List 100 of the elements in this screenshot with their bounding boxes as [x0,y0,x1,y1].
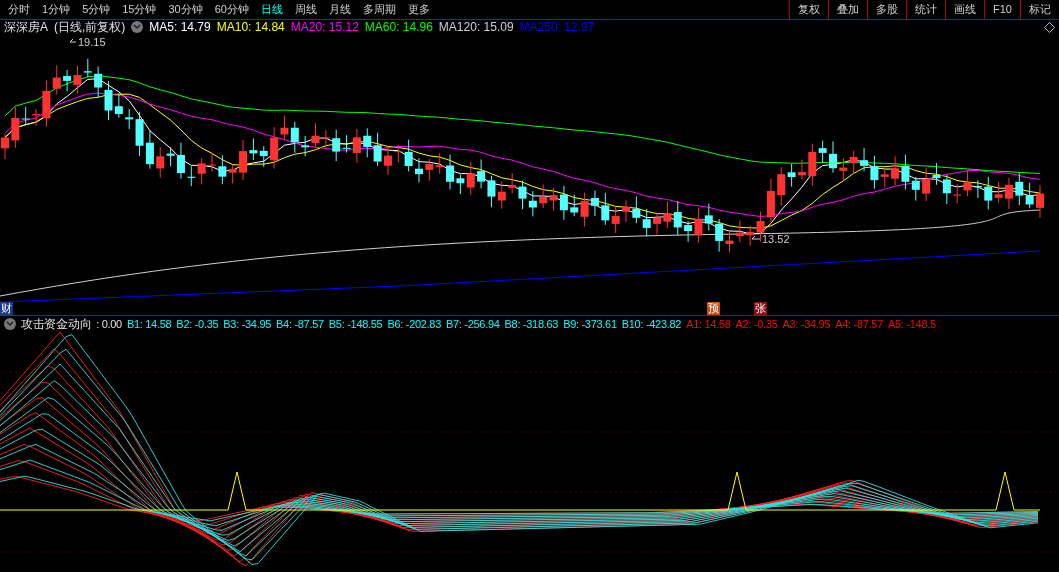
period-tab[interactable]: 60分钟 [214,1,249,18]
moving-average-value: MA5: 14.79 [149,19,211,36]
candlestick [508,172,517,194]
toolbar-button[interactable]: 叠加 [828,0,868,19]
indicator-legend-value: B9: -373.61 [563,316,617,332]
period-tab[interactable]: 5分钟 [82,1,111,18]
price-label: 13.52 [762,233,790,245]
candlestick [425,158,434,182]
moving-average-value: MA60: 14.96 [364,19,433,36]
candlestick [891,155,900,186]
indicator-legend-value: B10: -423.82 [621,316,682,332]
moving-average-value: MA250: 12.97 [519,19,595,36]
candlestick [590,190,599,217]
candlestick [301,135,310,157]
period-tab[interactable]: 多周期 [363,1,396,18]
stock-title: 深深房A [4,19,48,36]
candlestick [539,184,548,209]
candlestick [197,157,206,185]
indicator-legend-value: B7: -256.94 [446,316,500,332]
indicator-legend-value: A4: -87.57 [835,316,883,332]
candlestick [611,206,620,234]
candlestick [829,140,837,174]
period-tab[interactable]: 分时 [8,1,30,18]
candlestick [518,180,527,210]
indicator-legend-value: A5: -148.5 [888,316,936,332]
indicator-value: : 0.00 [96,316,122,332]
candlestick [973,179,982,199]
indicator-legend-value: A2: -0.35 [735,316,778,332]
candlestick [849,150,858,175]
candlestick [963,169,972,197]
candlestick [735,219,744,243]
indicator-legend-value: B5: -148.55 [328,316,383,332]
candlestick [622,199,630,223]
candlestick [942,174,951,205]
diamond-icon[interactable] [1044,21,1055,33]
candlestick [601,192,610,226]
candlestick [653,212,662,236]
moving-average-value: MA10: 14.84 [216,19,285,36]
event-marker[interactable]: 张 [754,302,767,315]
price-label: 19.15 [78,36,106,48]
candlestick [435,152,444,175]
period-tab[interactable]: 30分钟 [168,1,203,18]
candlestick [704,203,713,231]
candlestick [632,196,641,224]
candlestick [839,157,848,181]
toolbar-button[interactable]: 画线 [945,0,985,19]
candlestick [321,129,330,149]
candlestick [766,178,775,223]
candlestick [497,180,506,210]
candlestick [1025,182,1034,209]
leader-line [751,235,761,240]
candlestick [383,145,392,176]
candlestick [415,157,423,184]
candlestick [1015,172,1024,206]
toolbar-button[interactable]: 复权 [789,0,829,19]
moving-average-value: MA120: 15.09 [438,19,514,36]
indicator-legend-value: B4: -87.57 [276,316,324,332]
candlestick [94,65,103,99]
indicator-legend-value: B8: -318.63 [504,316,559,332]
period-tab[interactable]: 1分钟 [42,1,71,18]
chart-period: (日线,前复权) [54,19,126,36]
dropdown-icon[interactable] [4,318,16,330]
candlestick [673,200,682,236]
candlestick [663,200,672,229]
indicator-legend-value: B3: -34.95 [223,316,272,332]
indicator-legend-value: A3: -34.95 [782,316,831,332]
period-tab[interactable]: 月线 [329,1,351,18]
event-marker[interactable]: 预 [707,302,720,315]
toolbar-button[interactable]: 多股 [867,0,907,19]
period-tab[interactable]: 日线 [261,1,283,18]
leader-line [69,38,77,43]
candlestick [259,145,268,168]
candlestick [187,165,196,187]
toolbar-button[interactable]: 统计 [906,0,946,19]
moving-average-value: MA20: 15.12 [290,19,359,36]
candlestick [290,121,299,154]
candlestick [953,183,962,204]
period-tab[interactable]: 15分钟 [122,1,157,18]
toolbar-button[interactable]: 标记 [1020,0,1059,19]
period-tab[interactable]: 周线 [295,1,317,18]
candlestick [311,122,320,149]
candlestick [642,208,651,237]
candlestick [63,69,72,92]
period-tab[interactable]: 更多 [408,1,430,18]
candlestick [860,147,869,172]
candlestick [797,158,806,180]
candlestick [1036,184,1044,219]
candlestick [487,175,496,208]
dropdown-icon[interactable] [131,21,144,33]
candlestick [208,152,216,173]
candlestick [363,127,372,158]
indicator-legend-value: B1: 14.58 [126,316,172,332]
event-marker[interactable]: 财 [0,302,13,315]
indicator-name: 攻击资金动向 [21,316,92,333]
candlestick [477,158,486,189]
candlestick [1,133,9,160]
indicator-legend-value: B2: -0.35 [176,316,219,332]
indicator-legend-value: A1: 14.58 [686,316,731,332]
candlestick [528,190,537,217]
toolbar-button[interactable]: F10 [984,0,1020,19]
